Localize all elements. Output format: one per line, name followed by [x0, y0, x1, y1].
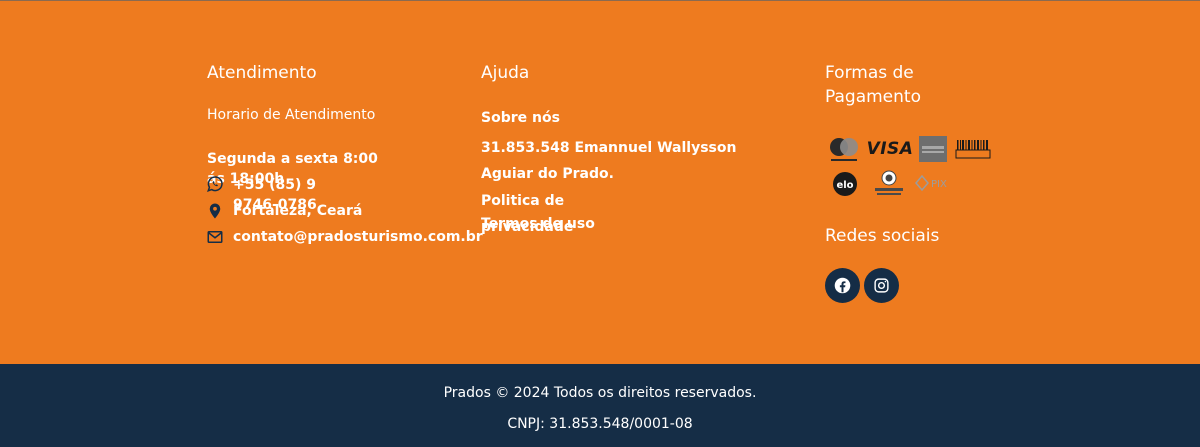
link-company-info[interactable]: 31.853.548 Emannuel Wallysson Aguiar do … [481, 135, 781, 187]
redes-title: Redes sociais [825, 226, 940, 246]
facebook-link[interactable] [825, 268, 860, 303]
visa-icon-text: VISA [866, 139, 914, 159]
svg-text:PIX: PIX [931, 179, 947, 190]
link-termos-uso[interactable]: Termos de uso [481, 214, 595, 234]
visa-icon: VISA [866, 138, 914, 160]
envelope-icon [206, 228, 224, 246]
elo-icon: elo [831, 171, 859, 197]
link-sobre-nos[interactable]: Sobre nós [481, 108, 560, 128]
amex-icon [918, 135, 948, 163]
boleto-icon [955, 139, 991, 159]
footer-bottom-bar [0, 364, 1200, 447]
svg-text:elo: elo [836, 180, 853, 191]
email-link[interactable]: contato@pradosturismo.com.br [233, 227, 483, 247]
copyright-text: Prados © 2024 Todos os direitos reservad… [443, 385, 757, 401]
ajuda-title: Ajuda [481, 63, 530, 83]
atendimento-title: Atendimento [207, 63, 317, 83]
location-pin-icon [206, 202, 224, 220]
instagram-icon [874, 278, 889, 293]
instagram-link[interactable] [864, 268, 899, 303]
pix-icon: PIX [914, 174, 952, 192]
pagamento-title: Formas de Pagamento [825, 63, 921, 107]
hours-label: Horario de Atendimento [207, 107, 376, 123]
whatsapp-icon [206, 175, 224, 193]
mastercard-icon [826, 135, 862, 163]
cnpj-text: CNPJ: 31.853.548/0001-08 [507, 416, 693, 432]
facebook-icon [834, 277, 851, 294]
location-text: Fortaleza, Ceará [233, 203, 363, 219]
diners-icon [869, 170, 909, 198]
